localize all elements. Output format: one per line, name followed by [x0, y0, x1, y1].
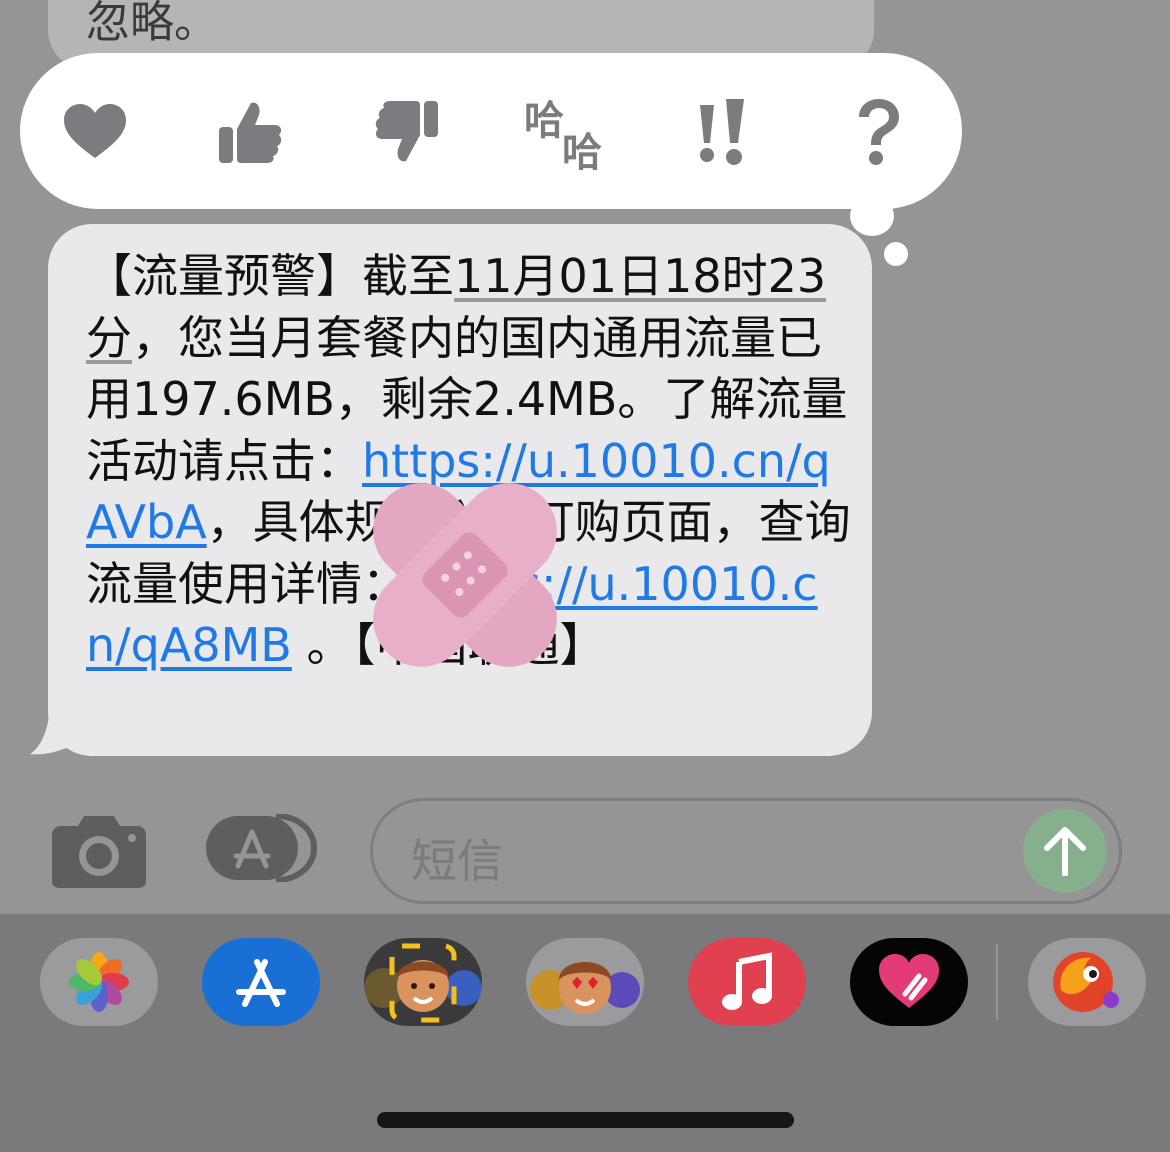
music-app-icon[interactable] [688, 938, 806, 1026]
photos-app-icon[interactable] [40, 938, 158, 1026]
camera-icon [52, 816, 146, 888]
reaction-bar-bubble-dot [850, 196, 894, 236]
tapback-reaction-bar [20, 53, 962, 209]
arrow-up-icon [1044, 827, 1086, 876]
digital-touch-icon[interactable] [850, 938, 968, 1026]
thumbs-down-icon[interactable] [369, 92, 445, 172]
extra-app-icon[interactable] [1028, 938, 1146, 1026]
message-prefix: 【流量预警】截至 [86, 249, 454, 303]
svg-text:哈: 哈 [524, 98, 564, 144]
message-input-placeholder: 短信 [411, 834, 503, 888]
question-icon[interactable] [840, 92, 916, 172]
heart-icon[interactable] [57, 92, 133, 172]
camera-button[interactable] [52, 812, 146, 888]
app-store-icon[interactable] [202, 938, 320, 1026]
animoji-icon[interactable] [526, 938, 644, 1026]
svg-text:哈: 哈 [562, 130, 602, 170]
bandage-sticker[interactable] [350, 460, 580, 690]
home-indicator[interactable] [377, 1112, 794, 1128]
thumbs-up-icon[interactable] [212, 92, 288, 172]
message-input[interactable]: 短信 [370, 798, 1122, 904]
reaction-bar-bubble-dot-small [884, 242, 908, 266]
drawer-separator [996, 944, 998, 1020]
send-button[interactable] [1023, 809, 1107, 893]
app-store-icon [206, 813, 318, 883]
app-drawer [0, 914, 1170, 1152]
memoji-stickers-icon[interactable] [364, 938, 482, 1026]
haha-icon[interactable]: 哈 哈 [522, 92, 610, 172]
apps-button[interactable] [206, 813, 318, 883]
compose-row: 短信 [0, 790, 1170, 910]
exclamation-icon[interactable] [684, 92, 760, 172]
previous-message-line2: 忽略。 [86, 0, 218, 48]
